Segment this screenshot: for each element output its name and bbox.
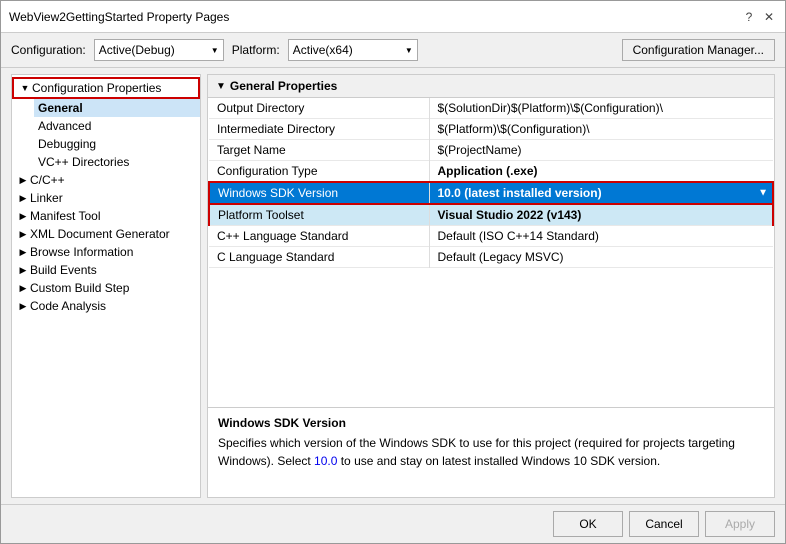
build-events-expand-icon: ▶ <box>16 263 30 277</box>
table-row[interactable]: C++ Language Standard Default (ISO C++14… <box>209 226 773 247</box>
section-title: General Properties <box>230 79 337 93</box>
config-properties-label: Configuration Properties <box>32 81 161 95</box>
configuration-select[interactable]: Active(Debug) ▼ <box>94 39 224 61</box>
cpp-expand-icon: ▶ <box>16 173 30 187</box>
sdk-dropdown-arrow[interactable]: ▼ <box>758 188 768 199</box>
sidebar-item-code-analysis[interactable]: ▶ Code Analysis <box>12 297 200 315</box>
linker-expand-icon: ▶ <box>16 191 30 205</box>
config-properties-expand-icon: ▼ <box>18 81 32 95</box>
sidebar-item-debugging[interactable]: Debugging <box>34 135 200 153</box>
prop-name: Platform Toolset <box>209 204 429 226</box>
prop-value: 10.0 (latest installed version) ▼ <box>429 182 773 204</box>
sidebar-item-linker[interactable]: ▶ Linker <box>12 189 200 207</box>
configuration-dropdown-arrow: ▼ <box>211 46 219 55</box>
title-bar-controls: ? ✕ <box>741 9 777 25</box>
prop-name: C Language Standard <box>209 247 429 268</box>
sidebar-item-general[interactable]: General <box>34 99 200 117</box>
prop-value: Default (Legacy MSVC) <box>429 247 773 268</box>
description-text: Specifies which version of the Windows S… <box>218 434 764 470</box>
table-row[interactable]: Configuration Type Application (.exe) <box>209 161 773 183</box>
prop-value: $(Platform)\$(Configuration)\ <box>429 119 773 140</box>
xml-doc-expand-icon: ▶ <box>16 227 30 241</box>
table-row-sdk[interactable]: Windows SDK Version 10.0 (latest install… <box>209 182 773 204</box>
close-button[interactable]: ✕ <box>761 9 777 25</box>
table-row[interactable]: Target Name $(ProjectName) <box>209 140 773 161</box>
custom-build-expand-icon: ▶ <box>16 281 30 295</box>
sidebar-item-build-events[interactable]: ▶ Build Events <box>12 261 200 279</box>
description-highlight: 10.0 <box>314 454 337 468</box>
help-button[interactable]: ? <box>741 9 757 25</box>
config-bar: Configuration: Active(Debug) ▼ Platform:… <box>1 33 785 68</box>
dialog-title: WebView2GettingStarted Property Pages <box>9 10 229 24</box>
prop-name: C++ Language Standard <box>209 226 429 247</box>
sidebar-item-xml-doc[interactable]: ▶ XML Document Generator <box>12 225 200 243</box>
prop-value: Visual Studio 2022 (v143) <box>429 204 773 226</box>
description-title: Windows SDK Version <box>218 416 764 430</box>
sidebar-item-vc-directories[interactable]: VC++ Directories <box>34 153 200 171</box>
ok-button[interactable]: OK <box>553 511 623 537</box>
prop-name: Windows SDK Version <box>209 182 429 204</box>
tree-children: General Advanced Debugging VC++ Director… <box>12 99 200 171</box>
properties-section-header: ▼ General Properties <box>208 75 774 98</box>
code-analysis-expand-icon: ▶ <box>16 299 30 313</box>
configuration-manager-button[interactable]: Configuration Manager... <box>622 39 775 61</box>
property-pages-dialog: WebView2GettingStarted Property Pages ? … <box>0 0 786 544</box>
prop-name: Target Name <box>209 140 429 161</box>
table-row[interactable]: Output Directory $(SolutionDir)$(Platfor… <box>209 98 773 119</box>
tree-root: ▼ Configuration Properties General Advan… <box>12 75 200 317</box>
prop-name: Output Directory <box>209 98 429 119</box>
table-row[interactable]: C Language Standard Default (Legacy MSVC… <box>209 247 773 268</box>
prop-value: $(SolutionDir)$(Platform)\$(Configuratio… <box>429 98 773 119</box>
prop-name: Configuration Type <box>209 161 429 183</box>
table-row[interactable]: Intermediate Directory $(Platform)\$(Con… <box>209 119 773 140</box>
sidebar-item-custom-build[interactable]: ▶ Custom Build Step <box>12 279 200 297</box>
sidebar-item-manifest-tool[interactable]: ▶ Manifest Tool <box>12 207 200 225</box>
manifest-tool-expand-icon: ▶ <box>16 209 30 223</box>
configuration-label: Configuration: <box>11 43 86 57</box>
config-properties-root[interactable]: ▼ Configuration Properties <box>12 77 200 99</box>
footer: OK Cancel Apply <box>1 504 785 543</box>
platform-dropdown-arrow: ▼ <box>405 46 413 55</box>
description-area: Windows SDK Version Specifies which vers… <box>208 407 774 497</box>
right-panel: ▼ General Properties Output Directory $(… <box>207 74 775 498</box>
table-row-toolset[interactable]: Platform Toolset Visual Studio 2022 (v14… <box>209 204 773 226</box>
prop-value: $(ProjectName) <box>429 140 773 161</box>
main-area: ▼ Configuration Properties General Advan… <box>1 68 785 504</box>
browse-info-expand-icon: ▶ <box>16 245 30 259</box>
platform-label: Platform: <box>232 43 280 57</box>
prop-value: Application (.exe) <box>429 161 773 183</box>
cancel-button[interactable]: Cancel <box>629 511 699 537</box>
properties-table: Output Directory $(SolutionDir)$(Platfor… <box>208 98 774 268</box>
prop-value: Default (ISO C++14 Standard) <box>429 226 773 247</box>
sidebar-item-cpp[interactable]: ▶ C/C++ <box>12 171 200 189</box>
prop-name: Intermediate Directory <box>209 119 429 140</box>
title-bar: WebView2GettingStarted Property Pages ? … <box>1 1 785 33</box>
apply-button[interactable]: Apply <box>705 511 775 537</box>
sidebar-item-advanced[interactable]: Advanced <box>34 117 200 135</box>
sidebar-item-browse-info[interactable]: ▶ Browse Information <box>12 243 200 261</box>
platform-select[interactable]: Active(x64) ▼ <box>288 39 418 61</box>
section-expand-icon: ▼ <box>216 81 226 92</box>
properties-area: ▼ General Properties Output Directory $(… <box>208 75 774 407</box>
left-panel: ▼ Configuration Properties General Advan… <box>11 74 201 498</box>
